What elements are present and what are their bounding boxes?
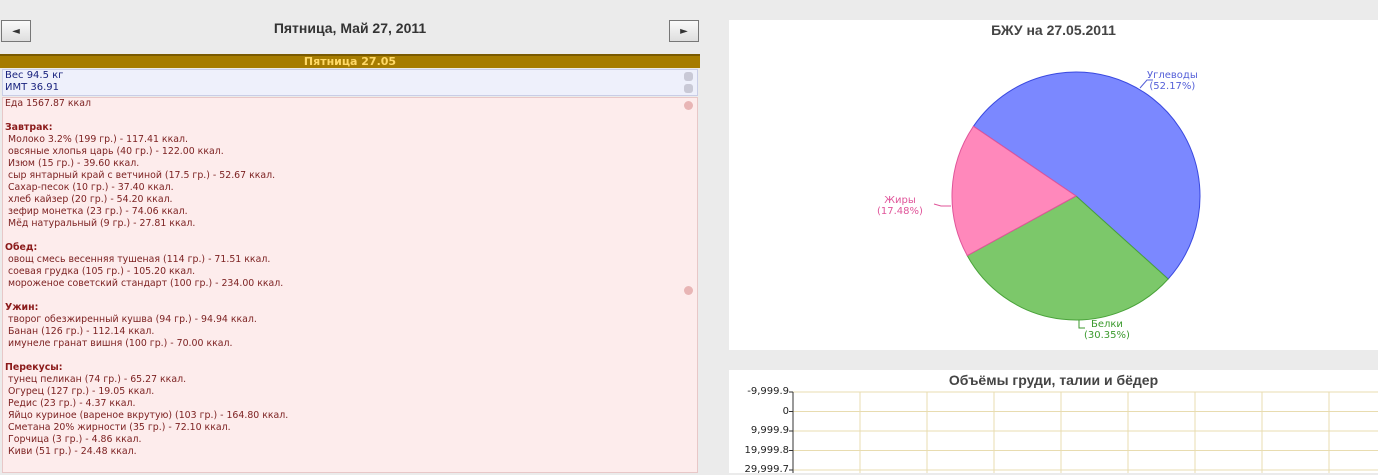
y-tick-label: 0 (782, 405, 789, 417)
measurements-grid-svg (789, 391, 1378, 473)
food-item: Редис (23 гр.) - 4.37 ккал. (8, 398, 136, 409)
food-item: Горчица (3 гр.) - 4.86 ккал. (8, 434, 142, 445)
food-item: сыр янтарный край с ветчиной (17.5 гр.) … (8, 170, 276, 181)
food-item: мороженое советский стандарт (100 гр.) -… (8, 278, 284, 289)
delete-food-icon[interactable] (684, 286, 693, 295)
food-item: Огурец (127 гр.) - 19.05 ккал. (8, 386, 155, 397)
food-item: Сметана 20% жирности (35 гр.) - 72.10 кк… (8, 422, 231, 433)
body-measurements-chart: Объёмы груди, талии и бёдер -9,999.9 0 9,9… (729, 370, 1378, 475)
food-item: Сахар-песок (10 гр.) - 37.40 ккал. (8, 182, 174, 193)
food-item: Киви (51 гр.) - 24.48 ккал. (8, 446, 137, 457)
meal-sections: Завтрак: Молоко 3.2% (199 гр.) - 117.41 к… (5, 122, 697, 458)
food-total: Еда 1567.87 ккал (5, 98, 91, 109)
food-item: овощ смесь весенняя тушеная (114 гр.) - … (8, 254, 271, 265)
pie-chart-svg (933, 71, 1201, 329)
food-item: овсяные хлопья царь (40 гр.) - 122.00 кк… (8, 146, 224, 157)
y-tick-label: 9,999.9 (750, 425, 789, 436)
next-day-button[interactable]: ► (669, 20, 699, 42)
y-tick-label: 29,999.7 (744, 464, 789, 475)
legend-label-proteins: Белки (30.35%) (1084, 319, 1130, 341)
edit-weight-icon[interactable] (684, 72, 693, 81)
pie-leader-line-1 (933, 203, 951, 207)
food-item: Яйцо куриное (вареное вкрутую) (103 гр.)… (8, 410, 289, 421)
pie-chart-panel: БЖУ на 27.05.2011 Углеводы (52.17%) Жиры(… (729, 20, 1378, 350)
food-box: Еда 1567.87 ккал Завтрак: Молоко 3.2% (19… (2, 97, 698, 473)
food-item: Банан (126 гр.) - 112.14 ккал. (8, 326, 155, 337)
weight-text: Вес 94.5 кг (5, 70, 64, 81)
legend-label-fats: Жиры (17.48%) (877, 195, 923, 217)
y-tick-label: -9,999.9 (747, 386, 789, 397)
food-item: Мёд натуральный (9 гр.) - 27.81 ккал. (8, 218, 196, 229)
bmi-text: ИМТ 36.91 (5, 82, 60, 93)
weight-box: Вес 94.5 кг ИМТ 36.91 (2, 69, 698, 96)
meal-title: Перекусы: (5, 362, 63, 373)
day-diary-panel: ◄ Пятница, Май 27, 2011 ► Пятница 27.05 … (0, 0, 700, 473)
date-title: Пятница, Май 27, 2011 (273, 20, 427, 36)
meal-title: Завтрак: (5, 122, 53, 133)
food-item: тунец пеликан (74 гр.) - 65.27 ккал. (8, 374, 187, 385)
food-item: зефир монетка (23 гр.) - 74.06 ккал. (8, 206, 188, 217)
right-arrow-icon: ► (680, 25, 688, 37)
legend-label-carbs: Углеводы (52.17%) (1147, 70, 1198, 92)
food-item: творог обезжиренный кушва (94 гр.) - 94.… (8, 314, 257, 325)
delete-weight-icon[interactable] (684, 84, 693, 93)
food-item: соевая грудка (105 гр.) - 105.20 ккал. (8, 266, 196, 277)
food-item: Молоко 3.2% (199 гр.) - 117.41 ккал. (8, 134, 188, 145)
edit-food-icon[interactable] (684, 101, 693, 110)
food-item: Изюм (15 гр.) - 39.60 ккал. (8, 158, 140, 169)
meal-title: Ужин: (5, 302, 39, 313)
food-item: хлеб кайзер (20 гр.) - 54.20 ккал. (8, 194, 173, 205)
food-item: имунеле гранат вишня (100 гр.) - 70.00 к… (8, 338, 233, 349)
day-header: Пятница 27.05 (0, 54, 700, 68)
y-tick-label: 19,999.8 (744, 444, 789, 456)
meal-title: Обед: (5, 242, 38, 253)
